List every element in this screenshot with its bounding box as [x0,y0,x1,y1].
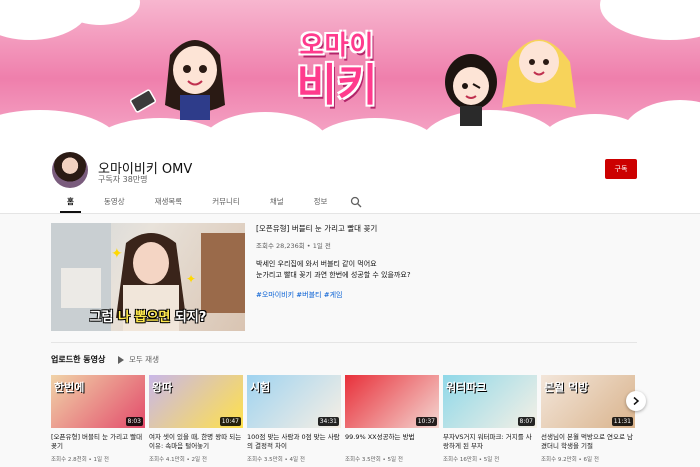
video-title[interactable]: 선생님이 본월 먹방으로 연오로 남겼더니 학생을 기절 [541,433,635,451]
video-meta: 조회수 9.2만회 • 6일 전 [541,457,599,463]
play-all-button[interactable]: 모두 재생 [118,354,159,365]
tab-about[interactable]: 정보 [299,195,343,213]
featured-video-info: [오픈유형] 버블티 눈 가리고 빨대 꽂기 조회수 28,236회 • 1일 … [256,223,636,300]
channel-header: 오마이비키 OMV 구독자 38만명 구독 홈 동영상 재생목록 커뮤니티 채널… [0,143,700,213]
channel-avatar[interactable] [52,152,88,188]
featured-video-meta: 조회수 28,236회 • 1일 전 [256,242,331,250]
svg-text:✦: ✦ [111,246,123,262]
video-duration: 10:47 [219,417,241,426]
banner-logo: 오마이 비키 [262,25,412,110]
featured-desc-line2: 눈가리고 빨대 꽂기 과연 한번에 성공할 수 있을까요? [256,271,411,279]
character-left-illustration [165,40,225,120]
video-card[interactable]: 10:37 99.9% XX성공하는 방법조회수 3.5만회 • 5일 전 [345,375,439,463]
play-icon [118,355,124,364]
video-meta: 조회수 16만회 • 5일 전 [443,457,500,463]
tab-home[interactable]: 홈 [52,195,89,213]
featured-caption-part3: 되지? [170,310,207,325]
video-thumbnail[interactable]: 왕따 10:47 [149,375,243,428]
video-meta: 조회수 3.5만회 • 5일 전 [345,457,403,463]
banner-logo-line2: 비키 [296,60,378,111]
subscriber-count: 구독자 38만명 [98,175,148,184]
tab-playlists[interactable]: 재생목록 [140,195,198,213]
video-thumbnail[interactable]: 시험 34:31 [247,375,341,428]
video-title[interactable]: 여자 셋이 있을 때, 한명 왕따 되는 이유: 속마음 털어놓기 [149,433,243,451]
thumbnail-text: 시험 [250,381,271,394]
video-thumbnail[interactable]: 한번에 8:03 [51,375,145,428]
featured-caption-part2: 나 뽑으면 [118,310,171,325]
chevron-right-icon [633,396,640,406]
uploads-section-title[interactable]: 업로드한 동영상 [51,354,105,365]
header-divider [0,213,700,214]
channel-banner: 오마이 비키 [0,0,700,143]
video-thumbnail[interactable]: 본월 먹방 11:31 [541,375,635,428]
search-icon[interactable] [350,196,362,208]
channel-tabs: 홈 동영상 재생목록 커뮤니티 채널 정보 [52,195,362,213]
featured-desc-line1: 박세인 우리집에 와서 버블티 같이 먹어요 [256,260,377,268]
video-title[interactable]: [오픈유형] 버블티 눈 가리고 빨대 꽂기 [51,433,145,451]
svg-text:✦: ✦ [186,272,196,286]
thumbnail-text: 왕따 [152,381,173,394]
video-meta: 조회수 3.5만회 • 4일 전 [247,457,305,463]
next-arrow-button[interactable] [626,391,646,411]
featured-video-description: 박세인 우리집에 와서 버블티 같이 먹어요 눈가리고 빨대 꽂기 과연 한번에… [256,259,636,281]
video-meta: 조회수 2.8천회 • 1일 전 [51,457,109,463]
video-card[interactable]: 본월 먹방 11:31 선생님이 본월 먹방으로 연오로 남겼더니 학생을 기절조회… [541,375,635,463]
video-duration: 10:37 [415,417,437,426]
featured-caption-part1: 그럼 [89,310,119,325]
thumbnail-text: 워터파크 [446,381,487,394]
thumbnail-text: 한번에 [54,381,85,394]
thumbnail-text: 본월 먹방 [544,381,589,394]
featured-video-hashtags[interactable]: #오마이비키 #버블티 #게임 [256,290,636,300]
video-thumbnail[interactable]: 워터파크 8:07 [443,375,537,428]
video-duration: 34:31 [317,417,339,426]
video-title[interactable]: 100점 맞는 사람과 0점 맞는 사람의 결정적 차이 [247,433,341,451]
video-title[interactable]: 부자VS거지 워터파크: 거지를 사랑하게 된 부자 [443,433,537,451]
video-title[interactable]: 99.9% XX성공하는 방법 [345,433,439,451]
tab-videos[interactable]: 동영상 [89,195,140,213]
video-card[interactable]: 워터파크 8:07 부자VS거지 워터파크: 거지를 사랑하게 된 부자조회수 16… [443,375,537,463]
featured-thumbnail-caption: 그럼 나 뽑으면 되지? [51,306,245,325]
featured-video-thumbnail[interactable]: ✦ ✦ 그럼 나 뽑으면 되지? [51,223,245,331]
video-card[interactable]: 한번에 8:03 [오픈유형] 버블티 눈 가리고 빨대 꽂기조회수 2.8천회 •… [51,375,145,463]
video-card[interactable]: 시험 34:31 100점 맞는 사람과 0점 맞는 사람의 결정적 차이조회수 3… [247,375,341,463]
featured-video-title[interactable]: [오픈유형] 버블티 눈 가리고 빨대 꽂기 [256,223,636,234]
video-duration: 11:31 [611,417,633,426]
character-right-illustration [502,39,576,108]
section-divider [51,342,637,343]
video-card[interactable]: 왕따 10:47 여자 셋이 있을 때, 한명 왕따 되는 이유: 속마음 털어놓기… [149,375,243,463]
tab-channels[interactable]: 채널 [255,195,299,213]
video-meta: 조회수 4.1만회 • 2일 전 [149,457,207,463]
video-thumbnail[interactable]: 10:37 [345,375,439,428]
tab-community[interactable]: 커뮤니티 [197,195,255,213]
subscribe-button[interactable]: 구독 [605,159,637,179]
video-duration: 8:03 [125,417,143,426]
phone-illustration [129,89,157,113]
video-duration: 8:07 [517,417,535,426]
banner-logo-line1: 오마이 [299,31,375,61]
play-all-label: 모두 재생 [129,355,159,364]
character-center-illustration [445,54,497,126]
